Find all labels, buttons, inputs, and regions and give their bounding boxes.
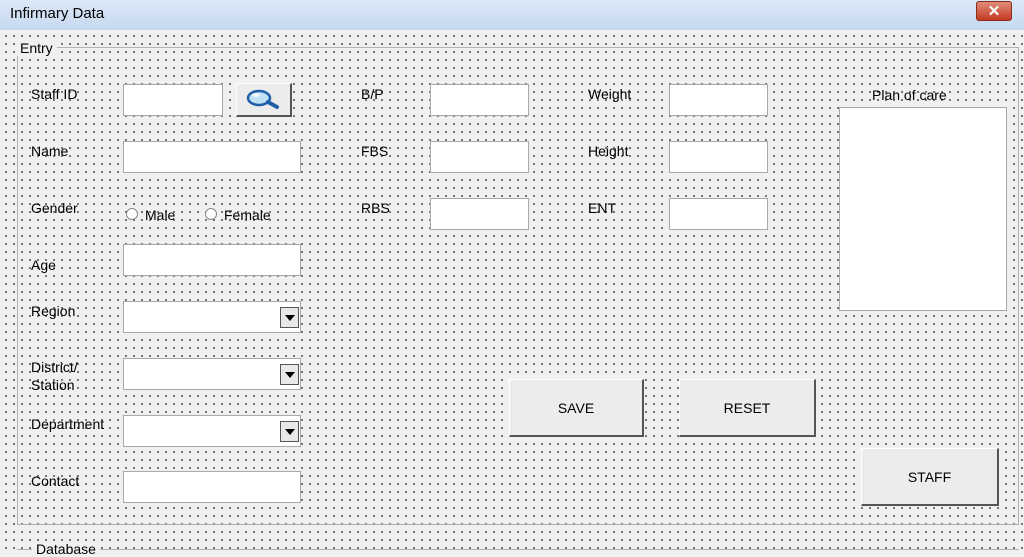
database-group-caption: Database bbox=[32, 541, 100, 557]
form-client-area: Entry Database Staff ID Name Gender Male… bbox=[0, 30, 1024, 557]
fbs-label: FBS bbox=[361, 143, 389, 159]
male-radio[interactable] bbox=[126, 208, 138, 220]
district-label-line2: Station bbox=[31, 377, 75, 393]
chevron-down-icon[interactable] bbox=[280, 364, 299, 385]
female-radio-label: Female bbox=[224, 207, 271, 223]
ent-input[interactable] bbox=[669, 198, 768, 230]
female-radio[interactable] bbox=[205, 208, 217, 220]
weight-label: Weight bbox=[588, 86, 632, 102]
fbs-input[interactable] bbox=[430, 141, 529, 173]
region-select[interactable] bbox=[123, 301, 301, 333]
height-input[interactable] bbox=[669, 141, 768, 173]
bp-label: B/P bbox=[361, 86, 384, 102]
contact-label: Contact bbox=[31, 473, 80, 489]
staff-button[interactable]: STAFF bbox=[861, 448, 999, 506]
staff-id-label: Staff ID bbox=[31, 86, 78, 102]
age-label: Age bbox=[31, 257, 56, 273]
window-title: Infirmary Data bbox=[10, 5, 105, 22]
district-label-line1: District/ bbox=[31, 359, 78, 375]
rbs-label: RBS bbox=[361, 200, 390, 216]
name-label: Name bbox=[31, 143, 69, 159]
weight-input[interactable] bbox=[669, 84, 768, 116]
height-label: Height bbox=[588, 143, 629, 159]
chevron-down-icon[interactable] bbox=[280, 307, 299, 328]
plan-of-care-label: Plan of care bbox=[872, 87, 947, 103]
close-icon: ✕ bbox=[987, 3, 1001, 20]
save-button[interactable]: SAVE bbox=[509, 379, 644, 437]
district-select[interactable] bbox=[123, 358, 301, 390]
chevron-down-icon[interactable] bbox=[280, 421, 299, 442]
name-input[interactable] bbox=[123, 141, 301, 173]
department-label: Department bbox=[31, 416, 105, 432]
gender-label: Gender bbox=[31, 200, 78, 216]
ent-label: ENT bbox=[588, 200, 616, 216]
male-radio-label: Male bbox=[145, 207, 176, 223]
bp-input[interactable] bbox=[430, 84, 529, 116]
search-staff-button[interactable] bbox=[236, 83, 292, 117]
rbs-input[interactable] bbox=[430, 198, 529, 230]
reset-button[interactable]: RESET bbox=[679, 379, 816, 437]
close-button[interactable]: ✕ bbox=[976, 1, 1012, 21]
contact-input[interactable] bbox=[123, 471, 301, 503]
title-bar: Infirmary Data ✕ bbox=[0, 0, 1024, 31]
region-label: Region bbox=[31, 303, 76, 319]
magnifier-icon bbox=[246, 89, 279, 109]
plan-of-care-textarea[interactable] bbox=[839, 107, 1007, 311]
age-input[interactable] bbox=[123, 244, 301, 276]
department-select[interactable] bbox=[123, 415, 301, 447]
entry-group-caption: Entry bbox=[16, 40, 57, 56]
staff-id-input[interactable] bbox=[123, 84, 223, 116]
